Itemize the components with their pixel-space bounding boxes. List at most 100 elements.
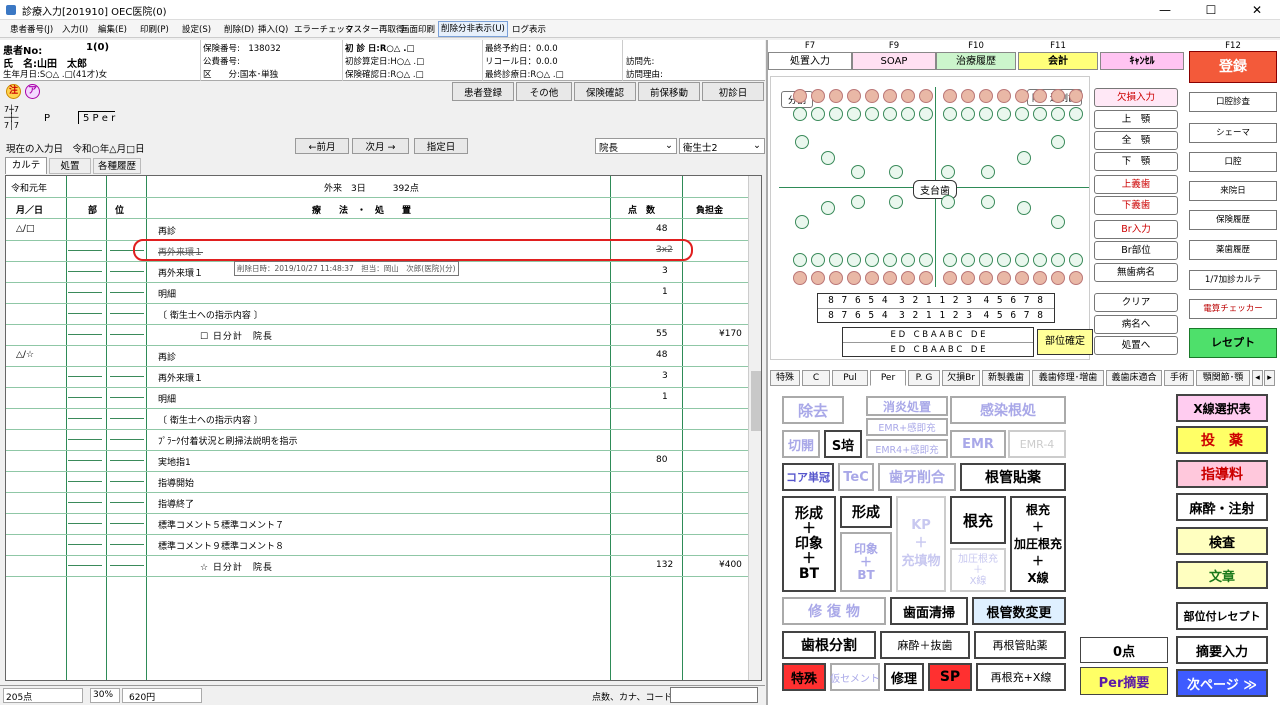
- tooth[interactable]: [821, 151, 835, 165]
- specify-date-button[interactable]: 指定日: [414, 138, 468, 154]
- tab-tmj[interactable]: 顎関節･顎: [1196, 370, 1250, 386]
- tooth[interactable]: [997, 253, 1011, 267]
- tab-new-denture[interactable]: 新製義歯: [982, 370, 1030, 386]
- pressure-fill-button[interactable]: 加圧根充 ＋ X線: [950, 548, 1006, 592]
- tooth[interactable]: [1051, 215, 1065, 229]
- impression-bt-button[interactable]: 印象 ＋ BT: [840, 532, 892, 592]
- tooth[interactable]: [851, 195, 865, 209]
- visit-day-button[interactable]: 来院日: [1189, 181, 1277, 201]
- tooth[interactable]: [847, 107, 861, 121]
- tab-scroll-right[interactable]: ▸: [1264, 370, 1275, 386]
- summary-input-button[interactable]: 摘要入力: [1176, 636, 1268, 664]
- root-fill-xray-button[interactable]: 根充 ＋ 加圧根充 ＋ X線: [1010, 496, 1066, 592]
- tooth[interactable]: [1015, 89, 1029, 103]
- tab-special[interactable]: 特殊: [770, 370, 800, 386]
- caution-badge[interactable]: 注: [6, 84, 21, 99]
- deciduous-table[interactable]: E D C B A A B C D E E D C B A A B C D E: [842, 327, 1034, 357]
- patient-register-button[interactable]: 患者登録: [452, 82, 514, 101]
- tooth[interactable]: [829, 107, 843, 121]
- tooth[interactable]: [1069, 253, 1083, 267]
- tab-c[interactable]: C: [802, 370, 830, 386]
- form-impression-bt-button[interactable]: 形成 ＋ 印象 ＋ BT: [782, 496, 836, 592]
- tooth[interactable]: [811, 271, 825, 285]
- tooth[interactable]: [829, 89, 843, 103]
- tab-surgery[interactable]: 手術: [1164, 370, 1194, 386]
- tooth[interactable]: [1033, 107, 1047, 121]
- tooth[interactable]: [1033, 271, 1047, 285]
- tooth[interactable]: [883, 107, 897, 121]
- alert-badge[interactable]: ア: [25, 84, 40, 99]
- tooth[interactable]: [865, 107, 879, 121]
- clear-button[interactable]: クリア: [1094, 293, 1178, 312]
- search-input[interactable]: [670, 687, 758, 703]
- form-button[interactable]: 形成: [840, 496, 892, 528]
- tab-missing-br[interactable]: 欠損Br: [942, 370, 980, 386]
- tooth-number-table[interactable]: 8 7 6 5 4 3 2 1 1 2 3 4 5 6 7 8 8 7 6 5 …: [817, 293, 1055, 323]
- tooth[interactable]: [1033, 253, 1047, 267]
- lower-jaw-button[interactable]: 下 顎: [1094, 152, 1178, 171]
- menu-log[interactable]: ログ表示: [512, 23, 546, 35]
- emr-button[interactable]: EMR: [950, 430, 1006, 458]
- tab-pg[interactable]: P. G: [908, 370, 940, 386]
- tooth[interactable]: [889, 195, 903, 209]
- menu-master-refresh[interactable]: マスター再取得: [345, 23, 405, 35]
- menu-print[interactable]: 印刷(P): [140, 23, 169, 35]
- menu-edit[interactable]: 編集(E): [98, 23, 127, 35]
- anesthesia-extraction-button[interactable]: 麻酔＋抜歯: [880, 631, 970, 659]
- prev-month-button[interactable]: ←前月: [295, 138, 349, 154]
- tooth[interactable]: [961, 89, 975, 103]
- tooth[interactable]: [811, 107, 825, 121]
- tooth[interactable]: [847, 89, 861, 103]
- table-row[interactable]: △/☆ 再診 48: [6, 345, 761, 366]
- next-page-button[interactable]: 次ページ ≫: [1176, 669, 1268, 697]
- tooth[interactable]: [981, 165, 995, 179]
- tooth[interactable]: [961, 253, 975, 267]
- prev-insurance-move-button[interactable]: 前保移動: [638, 82, 700, 101]
- tooth[interactable]: [883, 253, 897, 267]
- tooth[interactable]: [943, 107, 957, 121]
- incision-button[interactable]: 切開: [782, 430, 820, 458]
- tab-procedure[interactable]: 処置: [49, 158, 91, 174]
- tooth[interactable]: [979, 107, 993, 121]
- root-canal-medicate-button[interactable]: 根管貼薬: [960, 463, 1066, 491]
- anesthesia-injection-button[interactable]: 麻酔・注射: [1176, 493, 1268, 521]
- menu-delete[interactable]: 削除(D): [224, 23, 254, 35]
- tooth[interactable]: [811, 89, 825, 103]
- tec-button[interactable]: TeC: [838, 463, 874, 491]
- tab-history[interactable]: 各種履歴: [93, 158, 141, 174]
- menu-settings[interactable]: 設定(S): [182, 23, 211, 35]
- tab-denture-repair[interactable]: 義歯修理･増歯: [1032, 370, 1104, 386]
- tooth[interactable]: [1051, 253, 1065, 267]
- zero-points-button[interactable]: 0点: [1080, 637, 1168, 663]
- tooth[interactable]: [865, 253, 879, 267]
- schema-button[interactable]: シェーマ: [1189, 123, 1277, 143]
- tooth[interactable]: [847, 253, 861, 267]
- tooth[interactable]: [941, 165, 955, 179]
- special-button[interactable]: 特殊: [782, 663, 826, 691]
- full-jaw-button[interactable]: 全 顎: [1094, 131, 1178, 150]
- tooth[interactable]: [883, 89, 897, 103]
- doctor-select[interactable]: 院長 ⌄: [595, 138, 677, 154]
- to-disease-button[interactable]: 病名へ: [1094, 315, 1178, 334]
- tooth[interactable]: [981, 195, 995, 209]
- tooth[interactable]: [979, 271, 993, 285]
- oral-button[interactable]: 口腔: [1189, 152, 1277, 172]
- tooth[interactable]: [919, 253, 933, 267]
- upper-denture-button[interactable]: 上義歯: [1094, 175, 1178, 194]
- tooth[interactable]: [1069, 271, 1083, 285]
- tooth[interactable]: [793, 89, 807, 103]
- kp-fill-button[interactable]: KP ＋ 充填物: [896, 496, 946, 592]
- xray-select-button[interactable]: X線選択表: [1176, 394, 1268, 422]
- tooth[interactable]: [901, 89, 915, 103]
- tooth[interactable]: [1015, 107, 1029, 121]
- tooth[interactable]: [793, 271, 807, 285]
- tooth[interactable]: [1051, 107, 1065, 121]
- tooth[interactable]: [821, 201, 835, 215]
- to-procedure-button[interactable]: 処置へ: [1094, 336, 1178, 355]
- repair-button[interactable]: 修理: [884, 663, 924, 691]
- tooth[interactable]: [901, 253, 915, 267]
- tooth[interactable]: [961, 107, 975, 121]
- tooth[interactable]: [943, 89, 957, 103]
- oral-exam-button[interactable]: 口腔診査: [1189, 92, 1277, 112]
- tooth[interactable]: [979, 253, 993, 267]
